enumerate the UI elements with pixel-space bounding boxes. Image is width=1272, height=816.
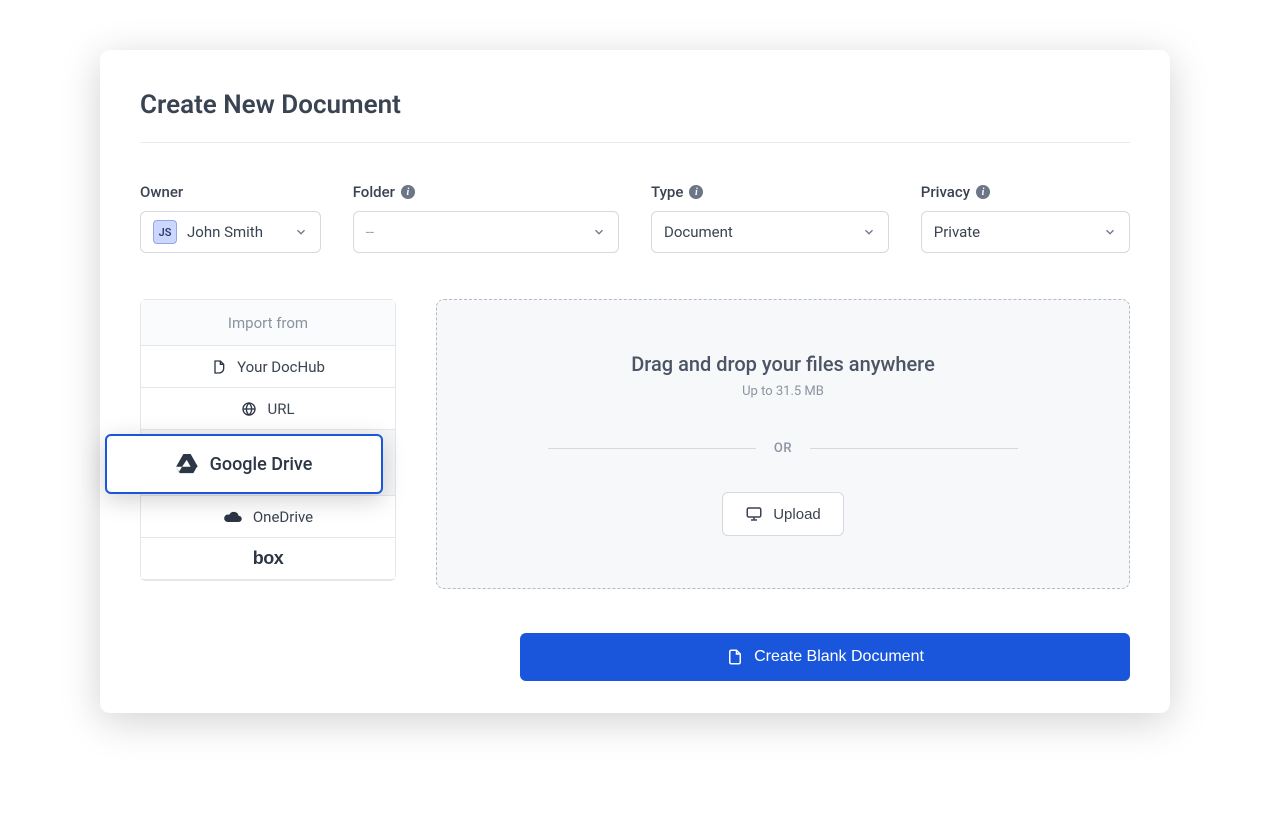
field-folder: Folder i --	[353, 183, 619, 253]
field-type: Type i Document	[651, 183, 889, 253]
create-document-modal: Create New Document Owner JS John Smith …	[100, 50, 1170, 713]
type-select[interactable]: Document	[651, 211, 889, 253]
upload-button[interactable]: Upload	[722, 492, 844, 536]
create-blank-document-button[interactable]: Create Blank Document	[520, 633, 1130, 681]
dropzone-subtitle: Up to 31.5 MB	[742, 384, 824, 399]
info-icon[interactable]: i	[401, 185, 415, 199]
field-row: Owner JS John Smith Folder i --	[140, 183, 1130, 253]
field-owner: Owner JS John Smith	[140, 183, 321, 253]
upload-label: Upload	[773, 506, 821, 523]
google-drive-icon	[176, 454, 198, 474]
dochub-icon	[211, 359, 227, 375]
privacy-value: Private	[934, 223, 980, 241]
import-item-googledrive[interactable]: Google Drive	[105, 434, 383, 494]
document-icon	[726, 648, 744, 666]
import-item-url[interactable]: URL	[141, 388, 395, 430]
privacy-select[interactable]: Private	[921, 211, 1130, 253]
owner-value: John Smith	[187, 223, 263, 241]
type-value: Document	[664, 223, 733, 241]
onedrive-icon	[223, 510, 243, 524]
import-panel: Import from Your DocHub URL OneDrive	[140, 299, 396, 581]
import-item-label: Your DocHub	[237, 358, 325, 376]
privacy-label: Privacy	[921, 183, 970, 201]
info-icon[interactable]: i	[976, 185, 990, 199]
dropzone-or: OR	[774, 441, 792, 456]
import-item-label: Google Drive	[210, 454, 313, 475]
dropzone-divider: OR	[548, 441, 1019, 456]
field-privacy: Privacy i Private	[921, 183, 1130, 253]
import-item-onedrive[interactable]: OneDrive	[141, 496, 395, 538]
import-header: Import from	[141, 300, 395, 346]
folder-label: Folder	[353, 183, 395, 201]
chevron-down-icon	[1103, 225, 1117, 239]
owner-label: Owner	[140, 183, 183, 201]
folder-select[interactable]: --	[353, 211, 619, 253]
chevron-down-icon	[294, 225, 308, 239]
type-label: Type	[651, 183, 683, 201]
box-icon: box	[253, 548, 284, 569]
info-icon[interactable]: i	[689, 185, 703, 199]
import-item-label: URL	[267, 400, 294, 418]
chevron-down-icon	[862, 225, 876, 239]
owner-select[interactable]: JS John Smith	[140, 211, 321, 253]
create-button-label: Create Blank Document	[754, 648, 924, 666]
import-item-dochub[interactable]: Your DocHub	[141, 346, 395, 388]
page-title: Create New Document	[140, 90, 1130, 143]
dropzone[interactable]: Drag and drop your files anywhere Up to …	[436, 299, 1130, 589]
dropzone-title: Drag and drop your files anywhere	[631, 352, 935, 376]
import-item-label: OneDrive	[253, 508, 313, 526]
globe-icon	[241, 401, 257, 417]
chevron-down-icon	[592, 225, 606, 239]
import-item-box[interactable]: box	[141, 538, 395, 580]
monitor-icon	[745, 505, 763, 523]
avatar: JS	[153, 220, 177, 244]
folder-value: --	[366, 223, 374, 241]
